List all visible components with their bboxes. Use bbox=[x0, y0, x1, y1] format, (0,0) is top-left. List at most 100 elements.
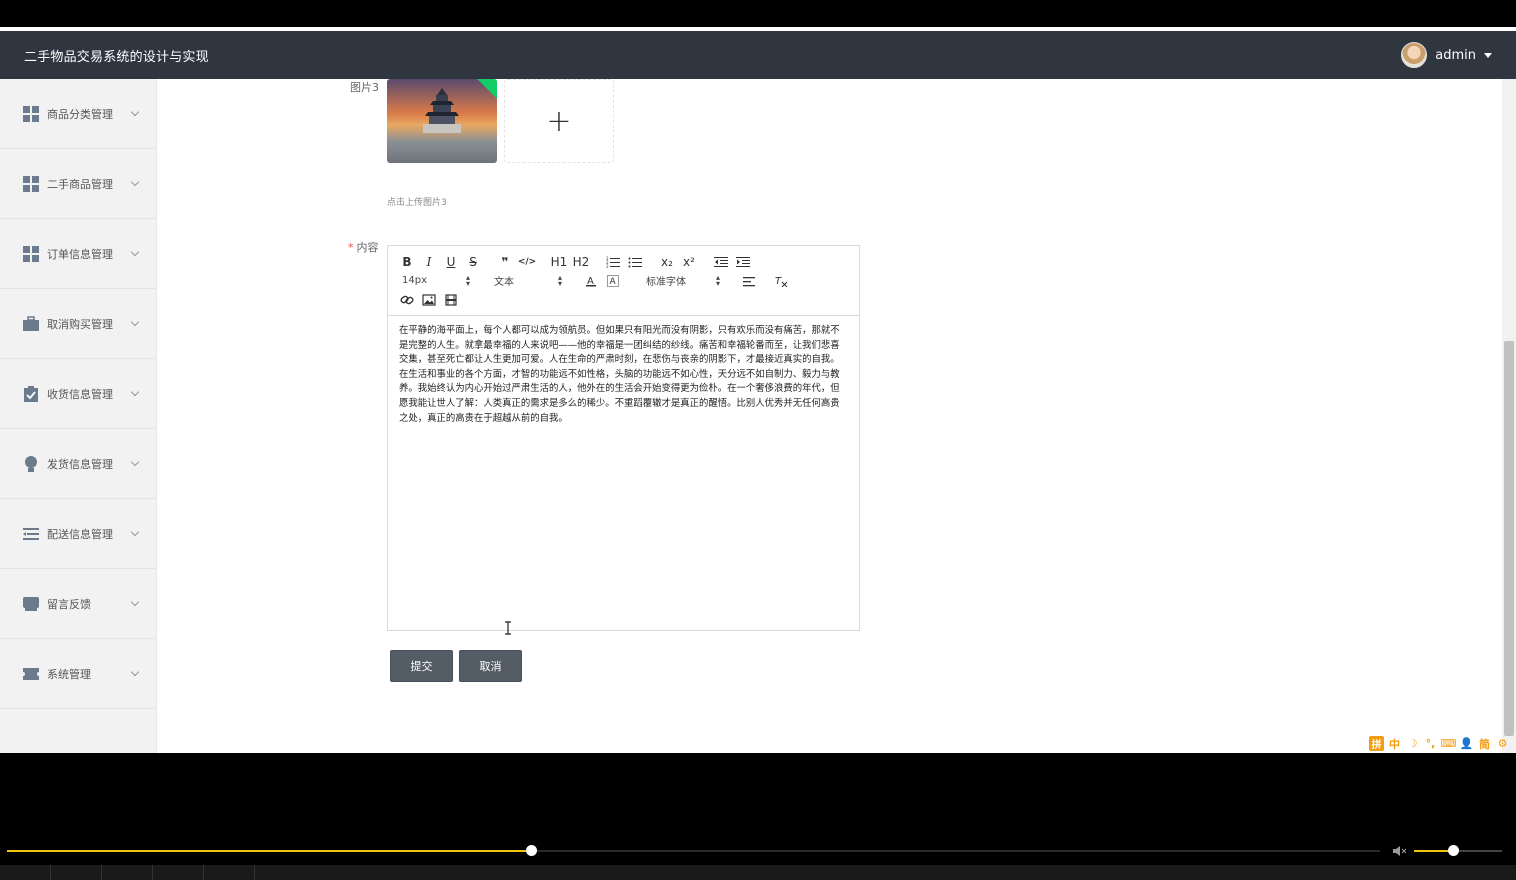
italic-button[interactable]: I bbox=[418, 253, 440, 271]
sidebar-item-orders[interactable]: 订单信息管理 bbox=[0, 219, 156, 289]
sidebar-item-label: 系统管理 bbox=[47, 667, 91, 681]
rich-text-editor[interactable]: B I U S ❞ </> H1 H2 123 x₂ x² 14px ▴ ▾ 文… bbox=[387, 245, 860, 631]
image-icon[interactable] bbox=[418, 291, 440, 309]
sidebar-item-ship[interactable]: 发货信息管理 bbox=[0, 429, 156, 499]
clear-format-icon[interactable]: T bbox=[770, 272, 792, 290]
chevron-down-icon bbox=[130, 527, 140, 537]
image3-label: 图片3 bbox=[350, 81, 379, 94]
chevron-down-icon bbox=[130, 597, 140, 607]
sidebar-item-system[interactable]: 系统管理 bbox=[0, 639, 156, 709]
ime-logo[interactable]: 拼 bbox=[1369, 736, 1384, 751]
bullet-list-icon[interactable] bbox=[624, 253, 646, 271]
code-block-button[interactable]: </> bbox=[516, 253, 538, 271]
chevron-down-icon bbox=[130, 247, 140, 257]
editor-content[interactable]: 在平静的海平面上，每个人都可以成为领航员。但如果只有阳光而没有阴影，只有欢乐而没… bbox=[388, 316, 859, 434]
taskbar-slot[interactable] bbox=[0, 865, 51, 880]
upload-success-badge bbox=[477, 79, 497, 99]
underline-button[interactable]: U bbox=[440, 253, 462, 271]
seek-bar[interactable] bbox=[7, 845, 1380, 856]
chevron-down-icon bbox=[130, 107, 140, 117]
blockquote-button[interactable]: ❞ bbox=[494, 253, 516, 271]
ticket-icon bbox=[22, 665, 40, 683]
font-size-select[interactable]: 14px ▴ ▾ bbox=[396, 273, 470, 287]
user-menu[interactable]: admin bbox=[1401, 42, 1492, 68]
lightbulb-icon bbox=[22, 455, 40, 473]
align-icon[interactable] bbox=[738, 272, 760, 290]
video-icon[interactable] bbox=[440, 291, 462, 309]
ime-user-icon[interactable]: 👤 bbox=[1459, 736, 1474, 751]
taskbar-slot[interactable] bbox=[51, 865, 102, 880]
submit-button[interactable]: 提交 bbox=[390, 650, 453, 682]
font-family-value: 标准字体 bbox=[646, 277, 686, 288]
upload-hint: 点击上传图片3 bbox=[387, 198, 447, 208]
scrollbar-thumb[interactable] bbox=[1504, 341, 1514, 736]
taskbar-slot[interactable] bbox=[102, 865, 153, 880]
header2-button[interactable]: H2 bbox=[570, 253, 592, 271]
volume-slider[interactable] bbox=[1414, 845, 1502, 856]
volume-icon[interactable] bbox=[1392, 845, 1408, 857]
link-icon[interactable] bbox=[396, 291, 418, 309]
temple-image bbox=[423, 88, 461, 133]
sidebar-item-label: 二手商品管理 bbox=[47, 177, 113, 191]
upload-image-button[interactable]: + bbox=[504, 79, 614, 163]
sidebar: 商品分类管理 二手商品管理 订单信息管理 取消购买管理 收货信息管理 发货信息管… bbox=[0, 79, 157, 753]
sidebar-item-goods[interactable]: 二手商品管理 bbox=[0, 149, 156, 219]
grid-icon bbox=[22, 245, 40, 263]
chevron-down-icon bbox=[130, 177, 140, 187]
ime-punctuation-icon[interactable]: °, bbox=[1423, 736, 1438, 751]
svg-text:3: 3 bbox=[606, 264, 609, 268]
select-arrows-icon: ▴ ▾ bbox=[715, 272, 720, 288]
font-family-select[interactable]: 标准字体 ▴ ▾ bbox=[640, 273, 720, 288]
sidebar-item-label: 订单信息管理 bbox=[47, 247, 113, 261]
briefcase-icon bbox=[22, 315, 40, 333]
volume-handle[interactable] bbox=[1448, 845, 1460, 856]
subscript-button[interactable]: x₂ bbox=[656, 253, 678, 271]
ime-simplified-mode[interactable]: 简 bbox=[1477, 736, 1492, 751]
required-mark: * bbox=[348, 241, 354, 254]
sidebar-item-feedback[interactable]: 留言反馈 bbox=[0, 569, 156, 639]
background-color-icon[interactable]: A bbox=[602, 272, 624, 290]
sidebar-item-cancel[interactable]: 取消购买管理 bbox=[0, 289, 156, 359]
sidebar-item-receive[interactable]: 收货信息管理 bbox=[0, 359, 156, 429]
uploaded-image-thumbnail[interactable] bbox=[387, 79, 497, 163]
video-player-bar bbox=[0, 753, 1516, 880]
page-scrollbar[interactable] bbox=[1502, 79, 1516, 753]
grid-icon bbox=[22, 175, 40, 193]
ordered-list-icon[interactable]: 123 bbox=[602, 253, 624, 271]
indent-icon[interactable] bbox=[732, 253, 754, 271]
font-color-icon[interactable]: A bbox=[580, 272, 602, 290]
sidebar-item-label: 配送信息管理 bbox=[47, 527, 113, 541]
svg-text:A: A bbox=[610, 277, 617, 287]
sidebar-item-label: 收货信息管理 bbox=[47, 387, 113, 401]
font-size-value: 14px bbox=[402, 275, 427, 286]
outdent-icon[interactable] bbox=[710, 253, 732, 271]
taskbar-slot[interactable] bbox=[153, 865, 204, 880]
sidebar-item-delivery[interactable]: 配送信息管理 bbox=[0, 499, 156, 569]
text-cursor-icon bbox=[505, 621, 511, 635]
strike-button[interactable]: S bbox=[462, 253, 484, 271]
cancel-button[interactable]: 取消 bbox=[459, 650, 522, 682]
header1-button[interactable]: H1 bbox=[548, 253, 570, 271]
plus-icon: + bbox=[546, 103, 572, 139]
ime-moon-icon[interactable]: ☽ bbox=[1405, 736, 1420, 751]
chevron-down-icon bbox=[130, 317, 140, 327]
app-title: 二手物品交易系统的设计与实现 bbox=[24, 50, 209, 65]
username[interactable]: admin bbox=[1435, 48, 1476, 63]
ime-chinese-mode[interactable]: 中 bbox=[1387, 736, 1402, 751]
ime-keyboard-icon[interactable]: ⌨ bbox=[1441, 736, 1457, 751]
seek-handle[interactable] bbox=[526, 845, 538, 856]
taskbar bbox=[0, 865, 1516, 880]
avatar[interactable] bbox=[1401, 42, 1428, 68]
text-type-value: 文本 bbox=[494, 277, 514, 288]
app-header: 二手物品交易系统的设计与实现 admin bbox=[0, 31, 1516, 79]
sidebar-item-category[interactable]: 商品分类管理 bbox=[0, 79, 156, 149]
ime-settings-icon[interactable]: ⚙ bbox=[1495, 736, 1510, 751]
chevron-down-icon[interactable] bbox=[1484, 52, 1492, 58]
taskbar-slot[interactable] bbox=[204, 865, 255, 880]
app-body: 商品分类管理 二手商品管理 订单信息管理 取消购买管理 收货信息管理 发货信息管… bbox=[0, 79, 1516, 753]
superscript-button[interactable]: x² bbox=[678, 253, 700, 271]
clipboard-check-icon bbox=[22, 385, 40, 403]
text-type-select[interactable]: 文本 ▴ ▾ bbox=[488, 273, 562, 288]
bold-button[interactable]: B bbox=[396, 253, 418, 271]
chevron-down-icon bbox=[130, 667, 140, 677]
